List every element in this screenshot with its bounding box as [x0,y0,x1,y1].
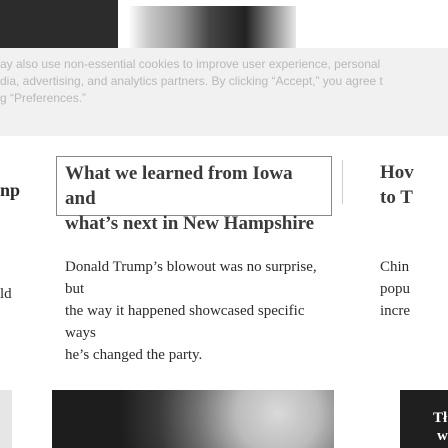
right-story-image-text-2: w [437,428,448,444]
main-story-headline[interactable]: What we learned from Iowa and what’s nex… [65,161,327,236]
main-story-description-line-1: Donald Trump’s blowout was no surprise, … [65,259,317,297]
main-story-description: Donald Trump’s blowout was no surprise, … [65,256,333,366]
cookie-line-3: g “Preferences.” [0,90,448,107]
right-story-description-line-3: incre [380,303,410,319]
card-divider [342,160,343,204]
right-story-headline-line-2[interactable]: to T [380,187,413,208]
main-story-image[interactable] [52,390,334,448]
right-story-description-line-2: popu [380,281,410,297]
cookie-message: ay also use non-essential cookies to imp… [0,56,448,107]
left-story-image[interactable] [0,390,12,448]
main-story-headline-line-2[interactable]: what’s next in New Hampshire [65,213,314,234]
story-cards: np ld What we learned from Iowa and what… [0,136,448,448]
main-story-headline-link[interactable]: What we learned from Iowa and what’s nex… [56,156,332,234]
right-story-image-text-1: Tł [433,410,448,426]
left-card-description-fragment: ld [0,286,12,302]
main-story-description-line-3: he’s changed the party. [65,347,203,363]
right-story-description: Chin popu incre [380,256,448,322]
right-story-headline[interactable]: Hov to T [380,160,448,210]
cookie-line-2: dia, advertising, and analytics partners… [0,74,383,88]
top-hero-image [0,0,448,48]
main-story-headline-line-1[interactable]: What we learned from Iowa and [65,163,293,209]
cookie-line-1: ay also use non-essential cookies to imp… [0,57,381,71]
right-story-description-line-1: Chin [380,259,410,275]
left-card-headline-fragment[interactable]: np [0,180,20,201]
hero-graphic [128,6,296,48]
cookie-banner: ay also use non-essential cookies to imp… [0,48,448,136]
right-story-headline-line-1[interactable]: Hov [380,162,414,183]
cookie-line-3-text: g “Preferences.” [0,91,87,105]
main-story-description-line-2: the way it happened showcased specific w… [65,303,305,341]
